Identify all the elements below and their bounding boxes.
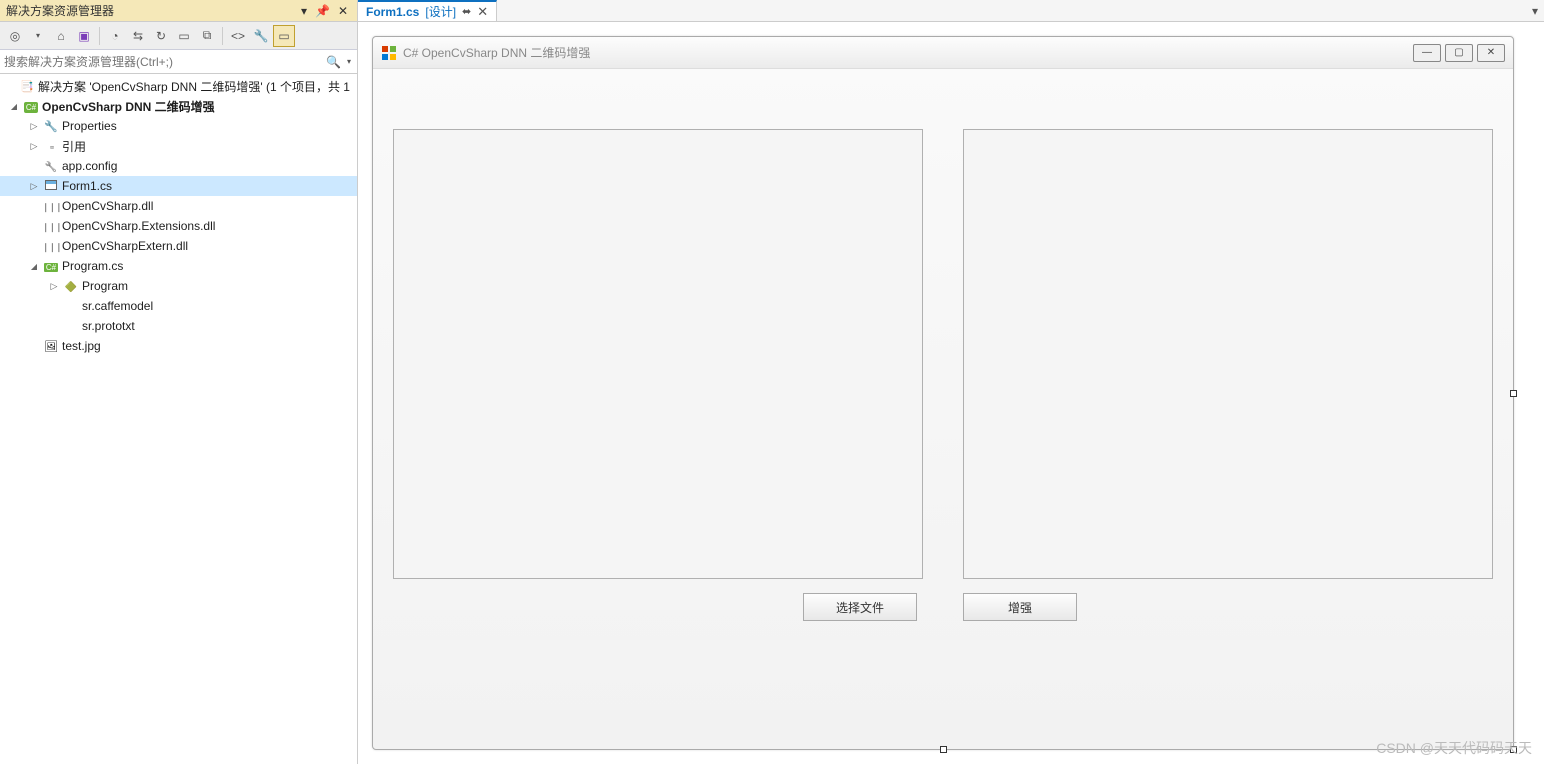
tree-label: 解决方案 'OpenCvSharp DNN 二维码增强' (1 个项目，共 1 [38,78,350,95]
file-icon [62,319,80,333]
designer-canvas[interactable]: C# OpenCvSharp DNN 二维码增强 — ▢ ✕ 选择文件 增强 C… [358,22,1544,764]
tree-dll3[interactable]: OpenCvSharpExtern.dll [0,236,357,256]
tree-label: OpenCvSharp.dll [62,199,153,213]
tree-project[interactable]: C# OpenCvSharp DNN 二维码增强 [0,96,357,116]
resize-handle-s[interactable] [940,746,947,753]
config-icon [42,159,60,173]
tree-solution[interactable]: 解决方案 'OpenCvSharp DNN 二维码增强' (1 个项目，共 1 [0,76,357,96]
tree-dll1[interactable]: OpenCvSharp.dll [0,196,357,216]
preview-button[interactable]: ⧉ [196,25,218,47]
pin-icon[interactable]: 📌 [312,4,333,18]
tree-caffemodel[interactable]: sr.caffemodel [0,296,357,316]
code-button[interactable]: <> [227,25,249,47]
maximize-button[interactable]: ▢ [1445,44,1473,62]
picture-box-2[interactable] [963,129,1493,579]
tree-label: OpenCvSharpExtern.dll [62,239,188,253]
form-window[interactable]: C# OpenCvSharp DNN 二维码增强 — ▢ ✕ 选择文件 增强 [372,36,1514,750]
show-all-button[interactable]: ▭ [173,25,195,47]
wrench-icon [42,119,60,133]
panel-title: 解决方案资源管理器 [6,2,298,19]
back-button[interactable]: ◎ [4,25,26,47]
tree-label: Properties [62,119,117,133]
tab-dropdown-icon[interactable]: ▾ [1532,4,1538,18]
panel-header: 解决方案资源管理器 ▾ 📌 ✕ [0,0,357,22]
dll-icon [42,219,60,233]
search-input[interactable] [4,55,322,69]
csharp-project-icon: C# [22,99,40,113]
tree-label: 引用 [62,138,86,155]
references-icon [42,139,60,153]
tree-label: sr.caffemodel [82,299,153,313]
forward-button[interactable]: ▾ [27,25,49,47]
csharp-file-icon: C# [42,259,60,273]
form-icon [42,179,60,193]
enhance-button[interactable]: 增强 [963,593,1077,621]
class-icon [62,279,80,293]
tree-label: OpenCvSharp DNN 二维码增强 [42,98,215,115]
app-icon [381,45,397,61]
tab-filename: Form1.cs [366,5,419,19]
designer-area: Form1.cs [设计] ⬌ ✕ ▾ C# OpenCvSharp DNN 二… [358,0,1544,764]
tree-form1cs[interactable]: Form1.cs [0,176,357,196]
tree-label: app.config [62,159,117,173]
select-file-button[interactable]: 选择文件 [803,593,917,621]
home-button[interactable]: ⌂ [50,25,72,47]
pin-icon[interactable]: ⬌ [462,5,471,18]
tree-label: Program.cs [62,259,123,273]
dropdown-icon[interactable]: ▾ [298,4,310,18]
image-icon [42,339,60,353]
refresh-button[interactable]: ◔ [104,25,126,47]
form-titlebar: C# OpenCvSharp DNN 二维码增强 — ▢ ✕ [373,37,1513,69]
picture-box-1[interactable] [393,129,923,579]
close-button[interactable]: ✕ [1477,44,1505,62]
minimize-button[interactable]: — [1413,44,1441,62]
solution-explorer-panel: 解决方案资源管理器 ▾ 📌 ✕ ◎ ▾ ⌂ ▣ ◔ ⇆ ↻ ▭ ⧉ <> 🔧 ▭… [0,0,358,764]
tree-label: Form1.cs [62,179,112,193]
solution-icon [18,79,36,93]
tab-form1-design[interactable]: Form1.cs [设计] ⬌ ✕ [358,0,497,21]
sync-button[interactable]: ⇆ [127,25,149,47]
tab-bar: Form1.cs [设计] ⬌ ✕ ▾ [358,0,1544,22]
form-title: C# OpenCvSharp DNN 二维码增强 [403,44,1413,61]
search-box[interactable]: 🔍 ▾ [0,50,357,74]
explorer-toolbar: ◎ ▾ ⌂ ▣ ◔ ⇆ ↻ ▭ ⧉ <> 🔧 ▭ [0,22,357,50]
tree-prototxt[interactable]: sr.prototxt [0,316,357,336]
tab-suffix: [设计] [425,3,456,20]
tree-label: OpenCvSharp.Extensions.dll [62,219,215,233]
tree-dll2[interactable]: OpenCvSharp.Extensions.dll [0,216,357,236]
tree-program-class[interactable]: Program [0,276,357,296]
tree-testimg[interactable]: test.jpg [0,336,357,356]
form-body: 选择文件 增强 [373,69,1513,749]
resize-handle-e[interactable] [1510,390,1517,397]
tree-label: test.jpg [62,339,101,353]
view-button[interactable]: ▭ [273,25,295,47]
scope-button[interactable]: ▣ [73,25,95,47]
dll-icon [42,239,60,253]
tree-appconfig[interactable]: app.config [0,156,357,176]
file-icon [62,299,80,313]
tree-label: Program [82,279,128,293]
tree-programcs[interactable]: C# Program.cs [0,256,357,276]
tree-references[interactable]: 引用 [0,136,357,156]
collapse-button[interactable]: ↻ [150,25,172,47]
watermark: CSDN @天天代码码天天 [1376,738,1532,758]
search-dropdown-icon[interactable]: ▾ [345,57,353,66]
dll-icon [42,199,60,213]
close-icon[interactable]: ✕ [335,4,351,18]
properties-button[interactable]: 🔧 [250,25,272,47]
close-icon[interactable]: ✕ [477,4,488,20]
tree-properties[interactable]: Properties [0,116,357,136]
tree-label: sr.prototxt [82,319,135,333]
search-icon[interactable]: 🔍 [322,55,345,69]
solution-tree: 解决方案 'OpenCvSharp DNN 二维码增强' (1 个项目，共 1 … [0,74,357,764]
